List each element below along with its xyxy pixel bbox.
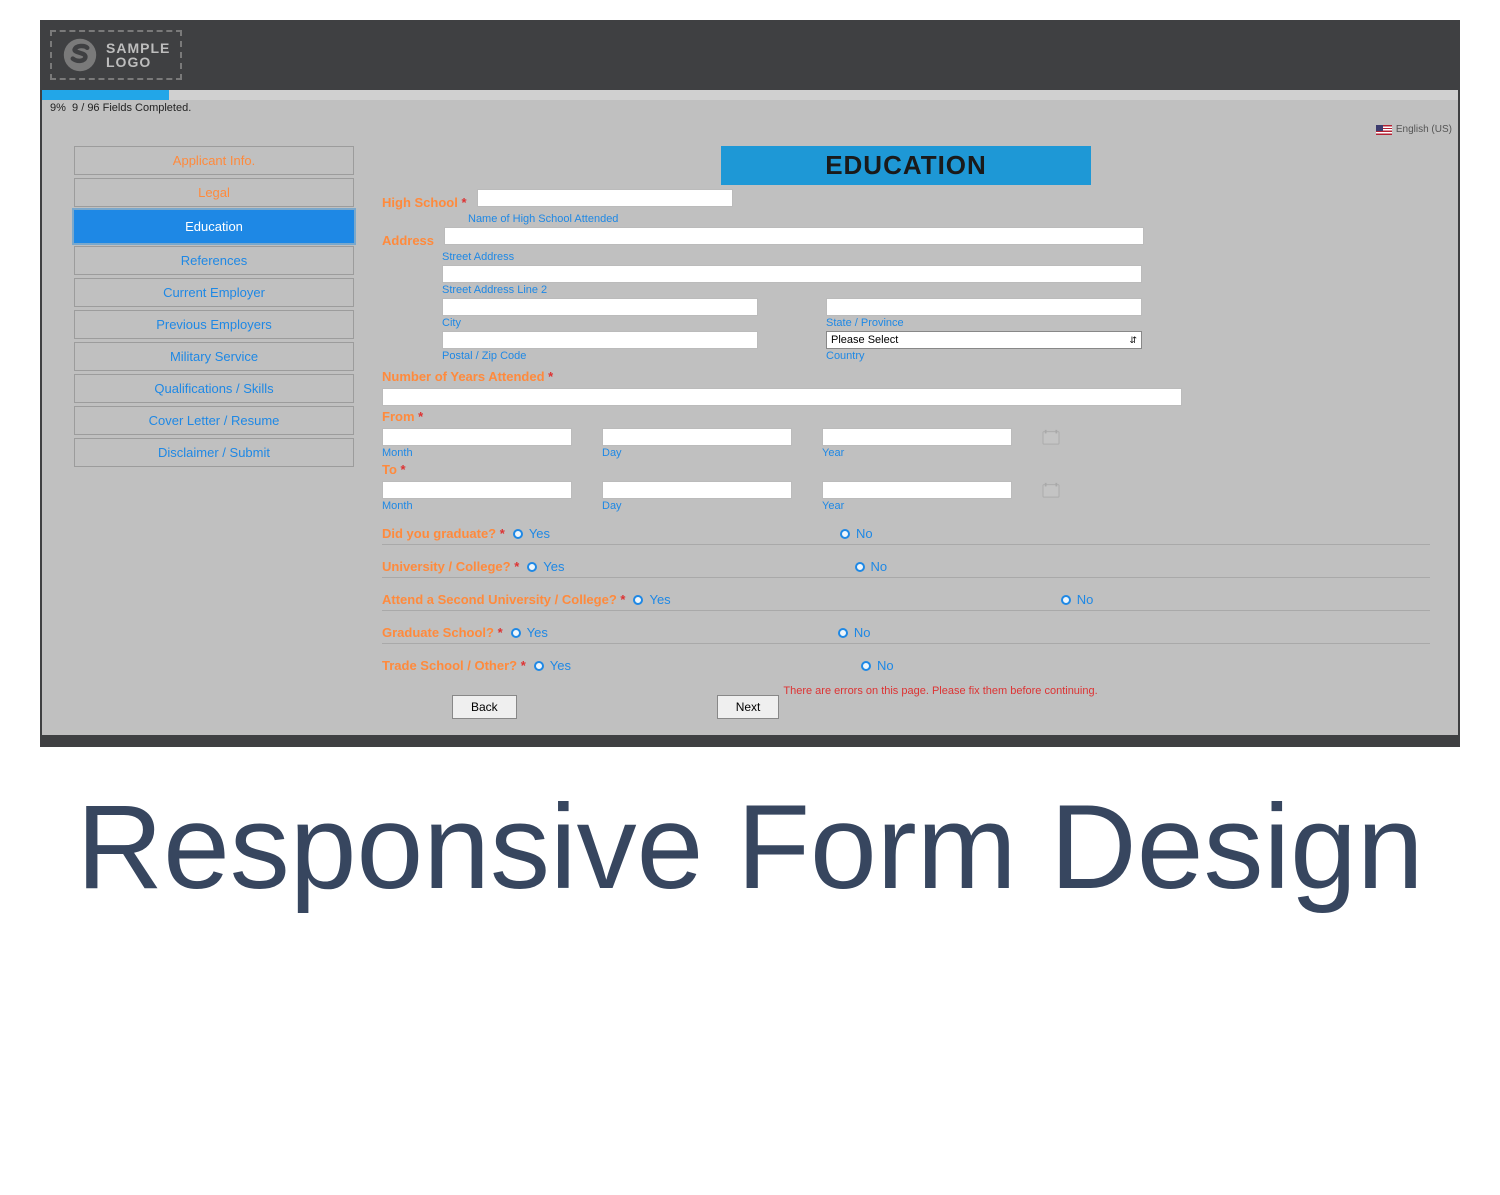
to-year-hint: Year	[822, 500, 1012, 512]
country-hint: Country	[826, 350, 1142, 362]
sidebar-item-legal[interactable]: Legal	[74, 178, 354, 207]
logo-text-bottom: LOGO	[106, 55, 170, 69]
from-day-hint: Day	[602, 447, 792, 459]
postal-hint: Postal / Zip Code	[442, 350, 758, 362]
calendar-icon[interactable]	[1042, 482, 1060, 498]
next-button[interactable]: Next	[717, 695, 780, 719]
graduate-label: Did you graduate? *	[382, 526, 505, 541]
from-year-hint: Year	[822, 447, 1012, 459]
logo-placeholder: SAMPLE LOGO	[50, 30, 182, 80]
trade-school-yes-radio[interactable]	[534, 661, 544, 671]
high-school-input[interactable]	[477, 189, 733, 207]
city-input[interactable]	[442, 298, 758, 316]
to-month-hint: Month	[382, 500, 572, 512]
trade-school-no-radio[interactable]	[861, 661, 871, 671]
from-label: From *	[382, 409, 423, 424]
country-select[interactable]: Please Select	[826, 331, 1142, 349]
trade-school-label: Trade School / Other? *	[382, 658, 526, 673]
sidebar-item-military-service[interactable]: Military Service	[74, 342, 354, 371]
sidebar: Applicant Info. Legal Education Referenc…	[74, 146, 354, 719]
back-button[interactable]: Back	[452, 695, 517, 719]
slide-caption: Responsive Form Design	[40, 787, 1460, 907]
sidebar-item-applicant-info[interactable]: Applicant Info.	[74, 146, 354, 175]
university-yes-radio[interactable]	[527, 562, 537, 572]
street-input[interactable]	[444, 227, 1144, 245]
second-university-label: Attend a Second University / College? *	[382, 592, 625, 607]
second-university-yes-radio[interactable]	[633, 595, 643, 605]
city-hint: City	[442, 317, 758, 329]
progress-bar	[42, 90, 1458, 100]
to-day-hint: Day	[602, 500, 792, 512]
years-attended-label: Number of Years Attended *	[382, 369, 553, 384]
graduate-yes-radio[interactable]	[513, 529, 523, 539]
to-day-input[interactable]	[602, 481, 792, 499]
app-frame: SAMPLE LOGO 9% 9 / 96 Fields Completed. …	[40, 20, 1460, 747]
form-error: There are errors on this page. Please fi…	[783, 685, 1097, 697]
from-month-hint: Month	[382, 447, 572, 459]
form-panel: 9% 9 / 96 Fields Completed. English (US)…	[42, 90, 1458, 735]
graduate-no-radio[interactable]	[840, 529, 850, 539]
progress-label: 9% 9 / 96 Fields Completed.	[42, 100, 1458, 120]
from-month-input[interactable]	[382, 428, 572, 446]
main-form: EDUCATION High School * Name of High Sch…	[382, 146, 1430, 719]
street2-input[interactable]	[442, 265, 1142, 283]
high-school-label: High School *	[382, 195, 467, 210]
postal-input[interactable]	[442, 331, 758, 349]
logo-text-top: SAMPLE	[106, 41, 170, 55]
address-label: Address	[382, 233, 434, 248]
to-label: To *	[382, 462, 406, 477]
calendar-icon[interactable]	[1042, 429, 1060, 445]
sidebar-item-disclaimer[interactable]: Disclaimer / Submit	[74, 438, 354, 467]
logo-mark-icon	[62, 37, 98, 73]
page-title: EDUCATION	[721, 146, 1091, 185]
to-month-input[interactable]	[382, 481, 572, 499]
street-hint: Street Address	[442, 251, 1430, 263]
sidebar-item-qualifications[interactable]: Qualifications / Skills	[74, 374, 354, 403]
sidebar-item-references[interactable]: References	[74, 246, 354, 275]
to-year-input[interactable]	[822, 481, 1012, 499]
university-no-radio[interactable]	[855, 562, 865, 572]
from-year-input[interactable]	[822, 428, 1012, 446]
language-label: English (US)	[1396, 124, 1452, 135]
language-selector[interactable]: English (US)	[1376, 124, 1452, 135]
years-attended-input[interactable]	[382, 388, 1182, 406]
state-input[interactable]	[826, 298, 1142, 316]
sidebar-item-education[interactable]: Education	[74, 210, 354, 243]
university-label: University / College? *	[382, 559, 519, 574]
grad-school-yes-radio[interactable]	[511, 628, 521, 638]
second-university-no-radio[interactable]	[1061, 595, 1071, 605]
sidebar-item-previous-employers[interactable]: Previous Employers	[74, 310, 354, 339]
street2-hint: Street Address Line 2	[442, 284, 1430, 296]
sidebar-item-current-employer[interactable]: Current Employer	[74, 278, 354, 307]
high-school-hint: Name of High School Attended	[468, 213, 1430, 225]
flag-us-icon	[1376, 125, 1392, 135]
state-hint: State / Province	[826, 317, 1142, 329]
grad-school-no-radio[interactable]	[838, 628, 848, 638]
sidebar-item-cover-letter[interactable]: Cover Letter / Resume	[74, 406, 354, 435]
grad-school-label: Graduate School? *	[382, 625, 503, 640]
progress-fill	[42, 90, 169, 100]
from-day-input[interactable]	[602, 428, 792, 446]
